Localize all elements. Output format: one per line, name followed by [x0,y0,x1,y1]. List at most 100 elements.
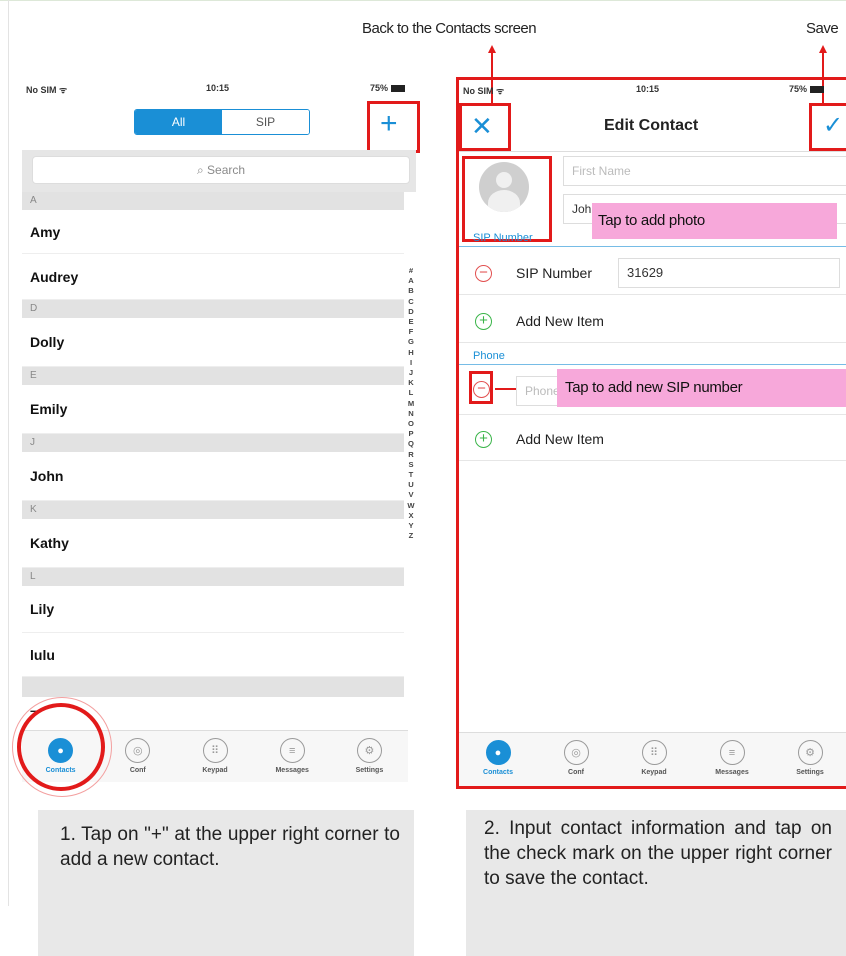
search-input[interactable]: ⌕ Search [32,156,410,184]
annotation-save-arrow [819,45,827,53]
sip-section-rule [459,246,846,247]
close-icon[interactable]: ✕ [471,106,493,146]
tab-settings[interactable]: ⚙ Settings [331,731,408,782]
index-letter[interactable]: N [404,409,418,419]
add-phone-item-button[interactable]: Add New Item [516,431,604,447]
top-border [0,0,846,1]
index-letter[interactable]: P [404,429,418,439]
divider [459,414,846,415]
index-letter[interactable]: C [404,297,418,307]
header-divider [459,151,846,152]
search-icon: ⌕ [196,163,204,177]
status-time: 10:15 [636,84,660,94]
contact-row-john[interactable]: John [22,452,404,501]
tab-messages[interactable]: ≡ Messages [693,733,771,786]
segment-sip[interactable]: SIP [222,110,309,134]
tab-conf[interactable]: ◎ Conf [537,733,615,786]
index-letter[interactable]: K [404,378,418,388]
tab-bar: ● Contacts ◎ Conf ⠿ Keypad ≡ Messages ⚙ Setti… [459,732,846,786]
index-letter[interactable]: H [404,348,418,358]
sip-section-label: SIP Number [473,232,533,244]
annotation-back: Back to the Contacts screen [362,20,537,37]
phone-edit-contact: No SIM ᯤ 10:15 75% ✕ Edit Contact ✓ Firs… [456,77,846,789]
remove-sip-icon[interactable]: − [475,265,492,282]
index-letter[interactable]: Y [404,521,418,531]
person-icon: ● [485,740,511,765]
index-letter[interactable]: O [404,419,418,429]
contact-row-amy[interactable]: Amy [22,210,404,254]
phone-section-rule [459,364,846,365]
tab-settings[interactable]: ⚙ Settings [771,733,846,786]
contact-row-kathy[interactable]: Kathy [22,519,404,568]
annotation-save: Save [806,20,839,37]
index-letter[interactable]: L [404,388,418,398]
index-letter[interactable]: T [404,470,418,480]
tab-keypad[interactable]: ⠿ Keypad [176,731,253,782]
sip-number-field[interactable]: 31629 [618,258,840,288]
contact-row-dolly[interactable]: Dolly [22,318,404,367]
page-title: Edit Contact [604,117,699,134]
contact-row-emily[interactable]: Emily [22,385,404,434]
tab-keypad[interactable]: ⠿ Keypad [615,733,693,786]
divider [459,460,846,461]
status-time: 10:15 [206,83,230,93]
index-letter[interactable]: E [404,317,418,327]
divider [459,294,846,295]
index-letter[interactable]: I [404,358,418,368]
index-letter[interactable]: W [404,501,418,511]
contact-row-audrey[interactable]: Audrey [22,254,404,300]
index-letter[interactable]: B [404,286,418,296]
first-name-field[interactable]: First Name [563,156,846,186]
index-letter[interactable]: M [404,399,418,409]
status-carrier: No SIM ᯤ [26,85,68,95]
status-battery: 75% [370,83,405,93]
index-letter[interactable]: Z [404,531,418,541]
tab-contacts[interactable]: ● Contacts [459,733,537,786]
conference-icon: ◎ [125,738,151,763]
alphabet-index[interactable]: # A B C D E F G H I J K L M N O P Q R S T U V W X Y Z [404,266,418,541]
keypad-icon: ⠿ [641,740,667,765]
index-letter[interactable]: V [404,490,418,500]
tab-messages[interactable]: ≡ Messages [254,731,331,782]
add-contact-button[interactable]: + [380,102,398,146]
phone-section-label: Phone [473,350,505,362]
contact-row-lily[interactable]: Lily [22,586,404,633]
index-letter[interactable]: J [404,368,418,378]
add-phone-item-icon[interactable]: + [475,431,492,448]
index-letter[interactable]: U [404,480,418,490]
section-header: D [22,300,404,318]
index-letter[interactable]: # [404,266,418,276]
checkmark-icon[interactable]: ✓ [823,106,843,146]
index-letter[interactable]: Q [404,439,418,449]
add-sip-item-icon[interactable]: + [475,313,492,330]
status-battery: 75% [789,84,824,94]
index-letter[interactable]: F [404,327,418,337]
divider [459,342,846,343]
index-letter[interactable]: R [404,450,418,460]
contact-row-lulu[interactable]: lulu [22,633,404,677]
filter-segmented-control: All SIP [134,109,310,135]
section-header: J [22,434,404,452]
messages-icon: ≡ [279,738,305,763]
contacts-tab-highlight [17,703,105,791]
phone-contacts-list: No SIM ᯤ 10:15 75% All SIP + ⌕ Search A … [22,78,420,788]
left-border [8,0,9,906]
caption-step-1: 1. Tap on "+" at the upper right corner … [38,810,414,956]
avatar[interactable] [479,162,529,212]
index-letter[interactable]: A [404,276,418,286]
caption-step-2: 2. Input contact information and tap on … [466,810,846,956]
messages-icon: ≡ [719,740,745,765]
gear-icon: ⚙ [797,740,823,765]
index-letter[interactable]: X [404,511,418,521]
remove-phone-icon[interactable]: − [473,381,490,398]
index-letter[interactable]: D [404,307,418,317]
section-header [22,677,404,697]
section-header: E [22,367,404,385]
section-header: A [22,192,404,210]
add-sip-item-button[interactable]: Add New Item [516,313,604,329]
section-header: K [22,501,404,519]
index-letter[interactable]: G [404,337,418,347]
segment-all[interactable]: All [135,110,222,134]
index-letter[interactable]: S [404,460,418,470]
status-carrier: No SIM ᯤ [463,86,505,96]
